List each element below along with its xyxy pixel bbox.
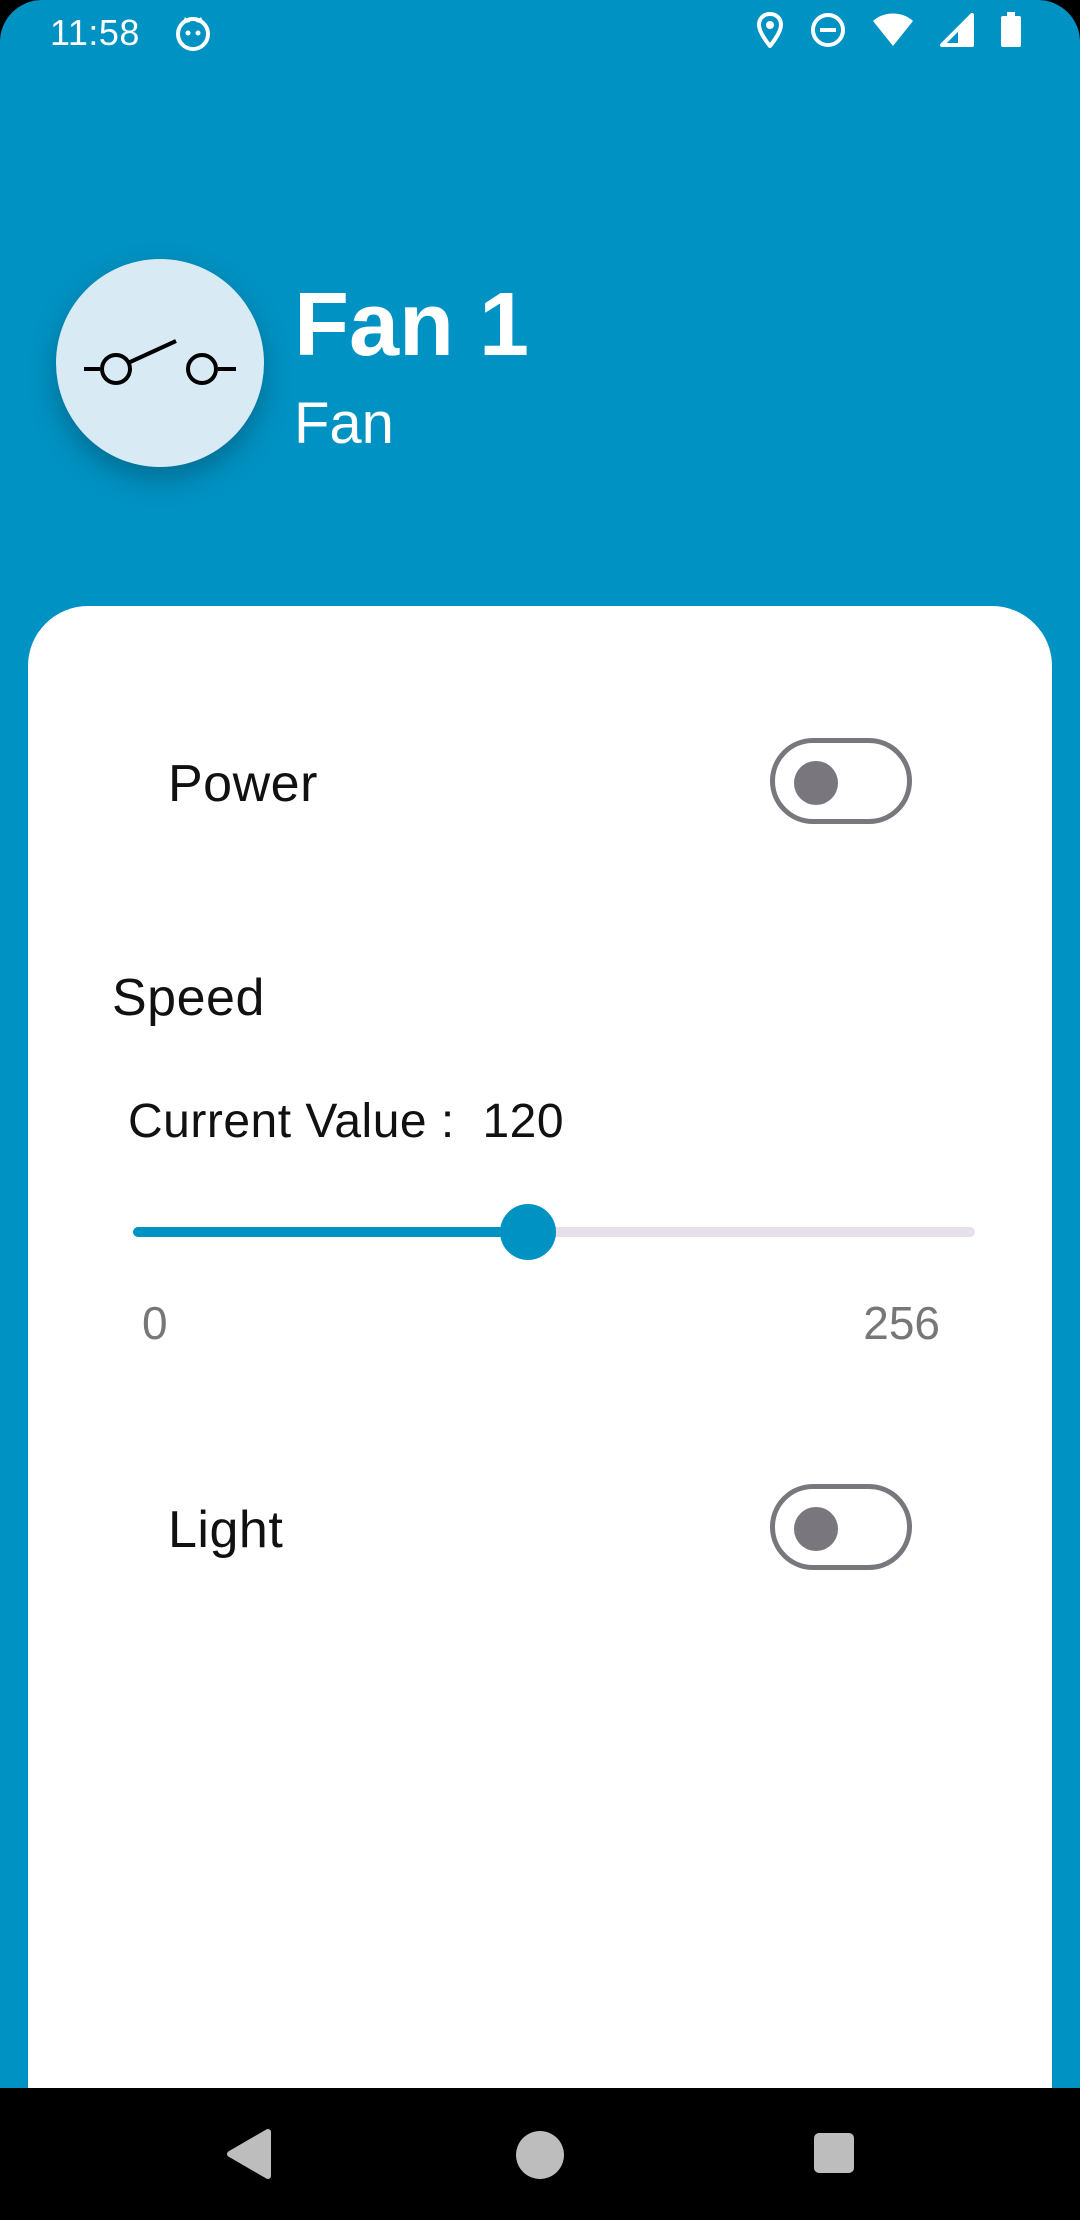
wifi-icon [873, 13, 913, 46]
speed-slider[interactable] [133, 1204, 975, 1260]
light-switch-knob [794, 1507, 838, 1551]
location-icon [756, 12, 784, 48]
switch-icon [84, 339, 236, 385]
navigation-bar [0, 2088, 1080, 2220]
speed-label: Speed [112, 969, 265, 1027]
current-value-number: 120 [482, 1095, 565, 1148]
app-screen: 11:58 Fan 1 Fan Power Speed Current Valu… [0, 0, 1080, 2220]
status-icons [756, 12, 1022, 48]
status-bar: 11:58 [0, 0, 1080, 66]
slider-thumb[interactable] [499, 1204, 556, 1260]
power-switch[interactable] [770, 738, 912, 824]
device-avatar [56, 259, 264, 467]
do-not-disturb-icon [811, 13, 845, 47]
slider-fill [133, 1227, 528, 1237]
signal-icon [940, 13, 974, 47]
recents-icon[interactable] [813, 2132, 855, 2174]
power-label: Power [168, 755, 318, 813]
power-switch-knob [794, 761, 838, 805]
home-icon[interactable] [515, 2130, 565, 2180]
status-time: 11:58 [50, 12, 140, 53]
slider-min-label: 0 [142, 1297, 168, 1349]
controls-card: Power Speed Current Value : 120 0 256 Li… [28, 606, 1052, 2146]
light-switch[interactable] [770, 1484, 912, 1570]
current-value-label: Current Value : [128, 1095, 455, 1148]
device-name: Fan 1 [294, 275, 530, 375]
back-icon[interactable] [224, 2128, 272, 2180]
light-label: Light [168, 1501, 284, 1559]
device-type: Fan [294, 391, 394, 456]
cat-icon [176, 17, 210, 51]
slider-max-label: 256 [863, 1297, 940, 1349]
current-value: Current Value : 120 [128, 1094, 564, 1149]
battery-icon [1001, 12, 1021, 47]
